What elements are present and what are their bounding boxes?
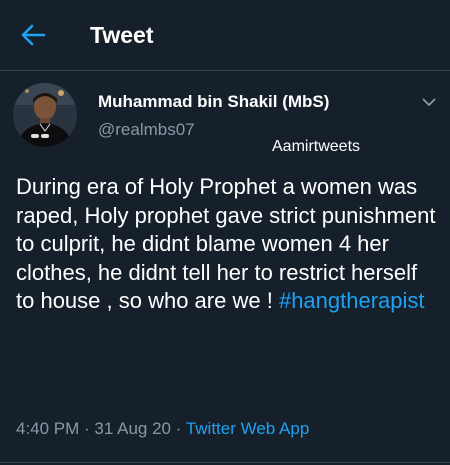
watermark-text: Aamirtweets (272, 138, 361, 155)
arrow-left-icon (21, 24, 46, 46)
more-options-button[interactable] (418, 93, 440, 111)
divider (0, 462, 450, 463)
avatar-photo (13, 83, 77, 147)
tweet-time: 4:40 PM (16, 419, 80, 438)
tweet-source-link[interactable]: Twitter Web App (186, 419, 309, 438)
page-title: Tweet (90, 22, 154, 48)
tweet-metadata: 4:40 PM · 31 Aug 20 · Twitter Web App (16, 418, 309, 440)
tweet-date: 31 Aug 20 (94, 419, 171, 438)
meta-separator: · (171, 419, 186, 438)
tweet-text: During era of Holy Prophet a women was r… (16, 173, 441, 316)
top-app-bar: Tweet (0, 0, 450, 71)
chevron-down-icon (422, 98, 436, 106)
meta-separator: · (79, 419, 95, 438)
hashtag-link[interactable]: #hangtherapist (279, 288, 425, 313)
back-button[interactable] (18, 20, 48, 50)
avatar[interactable] (13, 83, 77, 147)
author-handle[interactable]: @realmbs07 (98, 119, 195, 141)
author-name[interactable]: Muhammad bin Shakil (MbS) (98, 91, 329, 113)
tweet-screen: Tweet Muhammad bin Shakil (MbS) @realmbs… (0, 0, 450, 465)
